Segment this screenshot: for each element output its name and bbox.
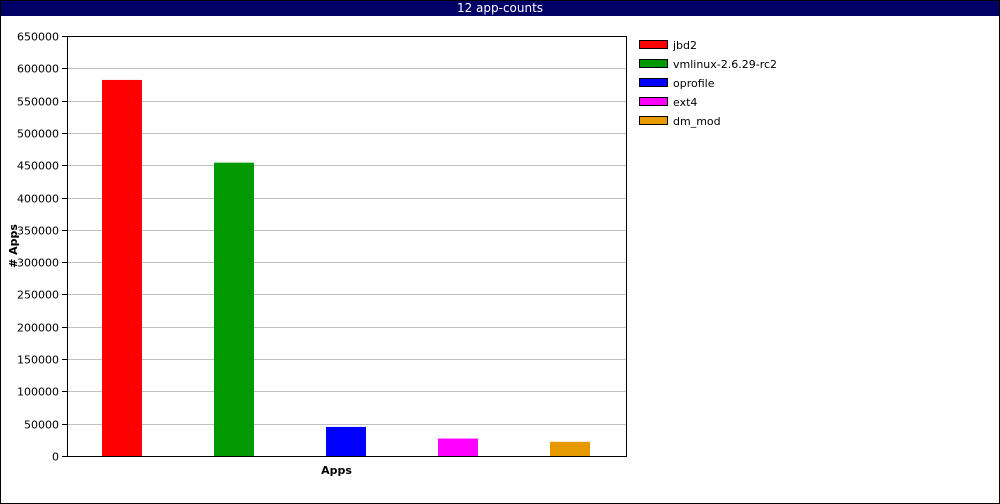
bar-jbd2 <box>102 79 142 456</box>
legend-swatch <box>639 97 668 106</box>
y-tick-label: 50000 <box>24 419 59 432</box>
bar-ext4 <box>438 438 478 456</box>
y-tick-label: 400000 <box>17 193 59 206</box>
legend-label: jbd2 <box>672 39 697 52</box>
bar-dm-mod <box>550 441 590 456</box>
y-tick-label: 150000 <box>17 354 59 367</box>
y-tick-label: 500000 <box>17 128 59 141</box>
y-axis-label: # Apps <box>7 224 20 268</box>
y-tick-label: 100000 <box>17 386 59 399</box>
legend-swatch <box>639 59 668 68</box>
y-tick-label: 600000 <box>17 63 59 76</box>
plot-frame <box>67 36 627 457</box>
y-tick-label: 550000 <box>17 96 59 109</box>
legend-label: dm_mod <box>673 115 721 128</box>
legend-swatch <box>639 116 668 125</box>
bar-oprofile <box>326 426 366 456</box>
y-tick-label: 0 <box>52 451 59 464</box>
y-tick-label: 350000 <box>17 225 59 238</box>
x-axis-label: Apps <box>321 464 352 477</box>
bar-chart: 0 50000 100000 150000 200000 250000 300000 3500… <box>7 31 777 478</box>
legend-swatch <box>639 78 668 87</box>
legend-swatch <box>639 40 668 49</box>
bar-vmlinux-2-6-29-rc2 <box>214 162 254 456</box>
y-tick-label: 650000 <box>17 31 59 44</box>
y-tick-label: 450000 <box>17 160 59 173</box>
y-tick-label: 200000 <box>17 322 59 335</box>
y-tick-label: 300000 <box>17 257 59 270</box>
y-tick-label: 250000 <box>17 289 59 302</box>
chart-window: 12 app-counts 0 50000 100000 150000 200000 25… <box>0 0 1000 504</box>
legend-label: oprofile <box>673 77 715 90</box>
legend-label: ext4 <box>673 96 697 109</box>
legend-label: vmlinux-2.6.29-rc2 <box>673 58 777 71</box>
